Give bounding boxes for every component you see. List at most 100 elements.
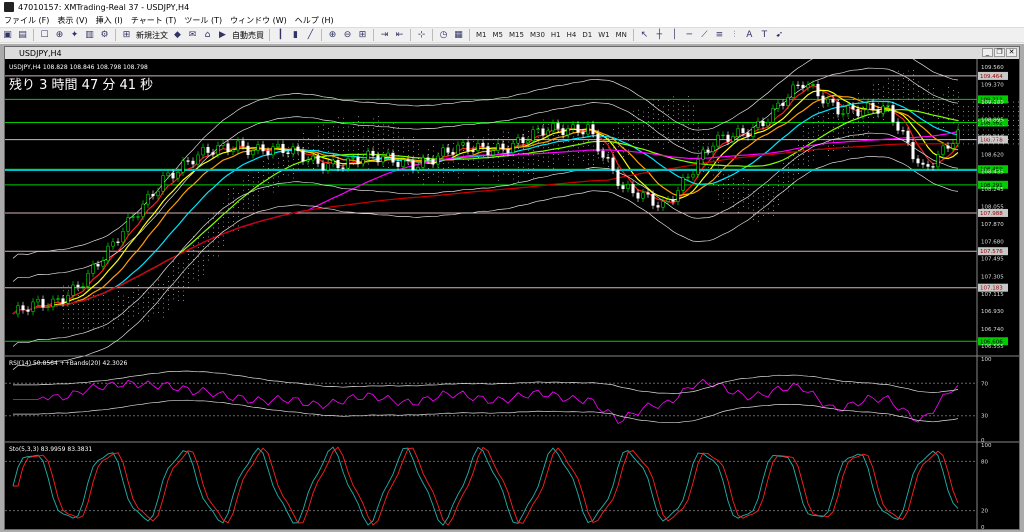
zoom-out-icon[interactable]: ⊖ [341,29,354,41]
cursor-icon[interactable]: ↖ [638,29,651,41]
candle-body [336,160,340,169]
new-chart-icon[interactable]: ▣ [1,29,14,41]
new-order-button[interactable]: 新規注文 [134,30,170,41]
candle-body [816,83,820,97]
line-chart-icon[interactable]: ╱ [304,29,317,41]
templates-icon[interactable]: ▦ [452,29,465,41]
horizontal-line-icon[interactable]: ─ [683,29,696,41]
navigator-icon[interactable]: ✦ [68,29,81,41]
market-watch-icon[interactable]: ☐ [38,29,51,41]
crosshair-icon[interactable]: ┼ [653,29,666,41]
candle-body [226,143,230,152]
menu-file[interactable]: ファイル (F) [0,15,53,26]
rsi-scale-label: 30 [981,414,988,420]
candle-body [651,193,655,206]
candle-body [531,129,535,141]
candle-body [136,216,140,218]
fibonacci-icon[interactable]: ⫶ [728,29,741,41]
timeframe-w1[interactable]: W1 [595,31,612,39]
menu-view[interactable]: 表示 (V) [53,15,91,26]
candle-body [671,199,675,202]
timeframe-m15[interactable]: M15 [506,31,527,39]
tile-windows-icon[interactable]: ⊞ [356,29,369,41]
price-scale-label: 108.245 [981,187,1004,193]
candle-body [46,306,50,308]
candle-body [621,185,625,189]
price-level-label: 107.576 [980,249,1003,255]
text-icon[interactable]: A [743,29,756,41]
candle-body [906,130,910,143]
periods-icon[interactable]: ◷ [437,29,450,41]
candle-body [871,102,875,110]
timeframe-h4[interactable]: H4 [564,31,580,39]
candle-body [326,163,330,171]
mdi-area: USDJPY,H4 _ ❐ ✕ 109.464 109.211 108.962 108… [0,44,1024,532]
candle-body [231,149,235,152]
candle-body [891,105,895,123]
candle-body [171,172,175,179]
chart-window-titlebar[interactable]: USDJPY,H4 [5,47,1019,59]
chart-shift-icon[interactable]: ⇤ [393,29,406,41]
menu-insert[interactable]: 挿入 (I) [92,15,127,26]
close-icon[interactable]: ✕ [1006,48,1017,57]
candle-chart-icon[interactable]: ▮ [289,29,302,41]
menu-help[interactable]: ヘルプ (H) [291,15,338,26]
timeframe-h1[interactable]: H1 [548,31,564,39]
arrows-icon[interactable]: ➹ [773,29,786,41]
metaeditor-icon[interactable]: ◆ [171,29,184,41]
moving-average-line [12,130,959,315]
candle-body [441,147,445,157]
candle-body [431,159,435,165]
indicators-icon[interactable]: ⊹ [415,29,428,41]
bar-chart-icon[interactable]: ┃ [274,29,287,41]
signals-icon[interactable]: ✉ [186,29,199,41]
timeframe-m30[interactable]: M30 [527,31,548,39]
timeframe-d1[interactable]: D1 [579,31,595,39]
candle-body [186,160,190,162]
channel-icon[interactable]: ≡ [713,29,726,41]
candle-body [381,156,385,163]
chart-canvas[interactable]: 109.464109.211108.962108.778108.459108.2… [5,59,1019,529]
moving-average-line [12,84,959,315]
tester-icon[interactable]: ⚙ [98,29,111,41]
candle-body [406,159,410,162]
rsi-band-line [13,370,959,394]
candle-body [646,192,650,195]
candle-body [741,128,745,134]
new-order-icon[interactable]: ⊞ [120,29,133,41]
candle-body [301,150,305,162]
toolbar: ▣ ▤ ☐ ⊕ ✦ ▥ ⚙ ⊞ 新規注文 ◆ ✉ ⌂ ▶ 自動売買 ┃ ▮ ╱ … [0,27,1024,43]
market-icon[interactable]: ⌂ [201,29,214,41]
candle-body [856,108,860,116]
timeframe-m1[interactable]: M1 [473,31,490,39]
vertical-line-icon[interactable]: │ [668,29,681,41]
auto-trade-icon[interactable]: ▶ [216,29,229,41]
data-window-icon[interactable]: ⊕ [53,29,66,41]
title-bar: 47010157: XMTrading-Real 37 - USDJPY,H4 [0,0,1024,14]
candle-body [781,102,785,106]
restore-icon[interactable]: ❐ [994,48,1005,57]
candle-body [341,167,345,169]
candle-body [436,155,440,165]
zoom-in-icon[interactable]: ⊕ [326,29,339,41]
candle-body [641,192,645,199]
timeframe-m5[interactable]: M5 [490,31,507,39]
menu-chart[interactable]: チャート (T) [127,15,181,26]
minimize-icon[interactable]: _ [982,48,993,57]
trendline-icon[interactable]: ⟋ [698,29,711,41]
label-icon[interactable]: T [758,29,771,41]
candle-body [756,120,760,128]
menu-window[interactable]: ウィンドウ (W) [226,15,291,26]
candle-body [601,150,605,158]
profiles-icon[interactable]: ▤ [16,29,29,41]
moving-average-line [12,94,959,315]
auto-trade-button[interactable]: 自動売買 [230,30,266,41]
candle-body [746,132,750,137]
candle-body [511,143,515,153]
timeframe-mn[interactable]: MN [613,31,630,39]
menu-tools[interactable]: ツール (T) [180,15,226,26]
autoscroll-icon[interactable]: ⇥ [378,29,391,41]
chart-window: USDJPY,H4 _ ❐ ✕ 109.464 109.211 108.962 108… [4,46,1020,530]
candle-body [176,171,180,179]
terminal-icon[interactable]: ▥ [83,29,96,41]
